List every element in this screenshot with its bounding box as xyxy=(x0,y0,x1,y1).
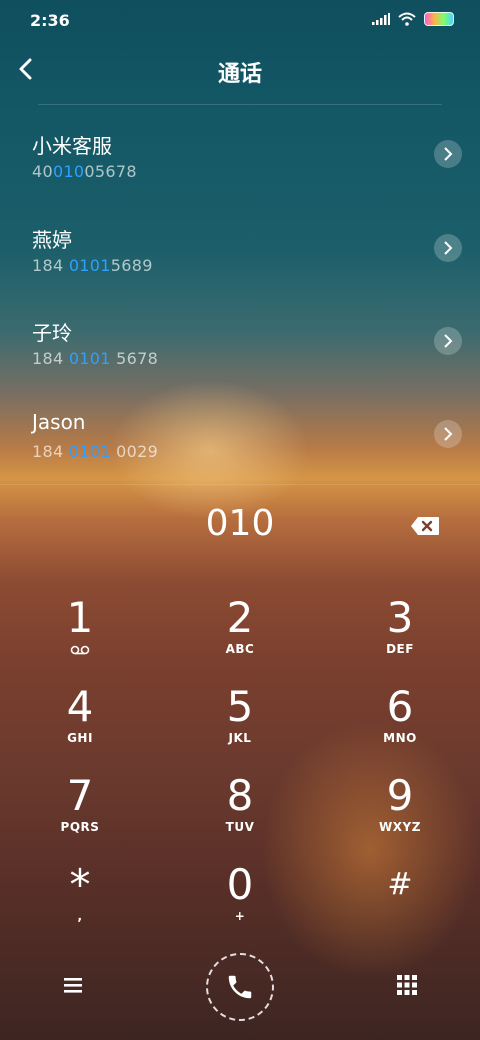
page-title: 通话 xyxy=(217,62,262,87)
key-letters: GHI xyxy=(67,731,93,745)
key-letters: MNO xyxy=(383,731,417,745)
key-digit: # xyxy=(387,867,413,902)
key-letters: ABC xyxy=(225,642,255,656)
key-digit: * xyxy=(69,860,91,909)
number-prefix: 40 xyxy=(32,162,53,181)
number-prefix: 184 xyxy=(32,256,69,275)
key-digit: 6 xyxy=(386,682,414,731)
key-digit: 0 xyxy=(226,860,254,909)
header: 通话 xyxy=(0,40,480,100)
status-bar: 2:36 xyxy=(0,0,480,40)
chevron-right-icon[interactable] xyxy=(434,327,462,355)
contact-number: 4001005678 xyxy=(32,162,137,181)
wifi-icon xyxy=(398,12,416,26)
divider xyxy=(0,484,480,485)
key-8[interactable]: 8 TUV xyxy=(160,774,320,862)
contact-number: 184 01015689 xyxy=(32,256,153,275)
contact-item[interactable]: 子玲 184 0101 5678 xyxy=(0,317,480,397)
key-letters: WXYZ xyxy=(379,820,421,834)
contact-number: 184 0101 5678 xyxy=(32,349,158,368)
contact-name: 子玲 xyxy=(32,321,72,345)
number-match: 0101 xyxy=(68,442,111,461)
status-icons xyxy=(372,12,454,26)
contact-item[interactable]: Jason 184 0101 0029 xyxy=(0,410,480,490)
key-6[interactable]: 6 MNO xyxy=(320,685,480,773)
number-suffix: 5678 xyxy=(110,349,159,368)
number-prefix: 184 xyxy=(32,442,69,461)
number-match: 0101 xyxy=(68,256,111,275)
voicemail-icon xyxy=(70,645,90,655)
battery-icon xyxy=(424,12,454,26)
key-digit: 3 xyxy=(386,593,414,642)
contact-name: Jason xyxy=(32,410,86,434)
key-digit: 1 xyxy=(66,593,94,642)
key-3[interactable]: 3 DEF xyxy=(320,596,480,684)
contact-name: 小米客服 xyxy=(32,134,112,158)
contact-number: 184 0101 0029 xyxy=(32,442,158,461)
number-suffix: 5689 xyxy=(110,256,153,275)
number-match: 010 xyxy=(52,162,85,181)
call-button[interactable] xyxy=(206,953,274,1021)
number-suffix: 05678 xyxy=(84,162,137,181)
keypad-icon[interactable] xyxy=(396,974,418,996)
key-hash[interactable]: # xyxy=(320,863,480,951)
key-letters: JKL xyxy=(228,731,252,745)
divider xyxy=(38,104,442,105)
chevron-right-icon[interactable] xyxy=(434,420,462,448)
contact-name: 燕婷 xyxy=(32,228,72,252)
key-letters: DEF xyxy=(386,642,414,656)
key-digit: 7 xyxy=(66,771,94,820)
key-letters: , xyxy=(77,909,83,923)
key-0[interactable]: 0 + xyxy=(160,863,320,951)
signal-icon xyxy=(372,13,390,25)
chevron-right-icon[interactable] xyxy=(434,140,462,168)
status-time: 2:36 xyxy=(30,11,70,30)
contact-item[interactable]: 小米客服 4001005678 xyxy=(0,130,480,210)
contact-item[interactable]: 燕婷 184 01015689 xyxy=(0,224,480,304)
key-4[interactable]: 4 GHI xyxy=(0,685,160,773)
key-letters: TUV xyxy=(225,820,255,834)
bottom-bar xyxy=(0,950,480,1030)
number-match: 0101 xyxy=(68,349,111,368)
key-letters: + xyxy=(234,909,246,923)
key-digit: 8 xyxy=(226,771,254,820)
dial-entry[interactable]: 010 xyxy=(0,503,480,544)
chevron-right-icon[interactable] xyxy=(434,234,462,262)
key-1[interactable]: 1 xyxy=(0,596,160,684)
key-letters: PQRS xyxy=(60,820,100,834)
key-digit: 9 xyxy=(386,771,414,820)
key-2[interactable]: 2 ABC xyxy=(160,596,320,684)
key-star[interactable]: * , xyxy=(0,863,160,951)
backspace-icon[interactable] xyxy=(410,516,440,536)
key-7[interactable]: 7 PQRS xyxy=(0,774,160,862)
key-digit: 5 xyxy=(226,682,254,731)
key-9[interactable]: 9 WXYZ xyxy=(320,774,480,862)
number-prefix: 184 xyxy=(32,349,69,368)
number-suffix: 0029 xyxy=(110,442,159,461)
phone-icon xyxy=(228,975,252,999)
key-digit: 2 xyxy=(226,593,254,642)
menu-icon[interactable] xyxy=(62,976,84,994)
key-digit: 4 xyxy=(66,682,94,731)
key-5[interactable]: 5 JKL xyxy=(160,685,320,773)
